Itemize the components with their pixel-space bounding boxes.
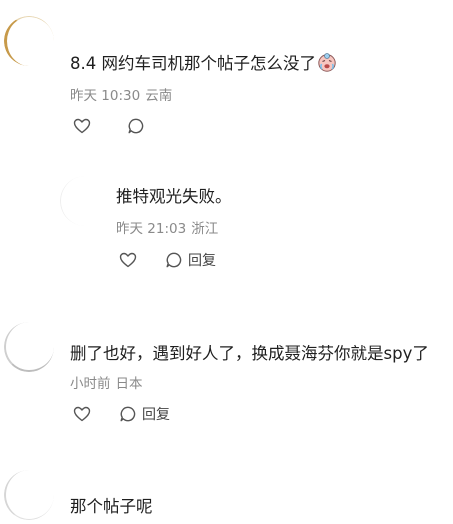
comment-location: 日本 [115, 376, 143, 392]
comment-time: 小时前 [70, 376, 111, 392]
avatar[interactable] [4, 470, 54, 520]
comment-text: 8.4 网约车司机那个帖子怎么没了 [70, 52, 337, 75]
reply-button[interactable]: 回复 [118, 404, 170, 424]
comment-meta: 昨天 10:30 云南 [70, 87, 172, 105]
comment-actions [72, 116, 150, 136]
comment-text: 推特观光失败。 [116, 187, 232, 206]
reply-label: 回复 [142, 407, 170, 423]
reply-button[interactable] [126, 116, 150, 136]
crying-face-emoji [318, 53, 336, 72]
heart-icon [119, 252, 137, 268]
comment-actions: 回复 [118, 250, 216, 270]
avatar[interactable] [60, 176, 110, 226]
comment-text: 那个帖子呢 [70, 497, 153, 516]
comment-time: 昨天 10:30 [70, 88, 141, 104]
reply-label: 回复 [188, 253, 216, 269]
comment-time: 昨天 21:03 [116, 221, 187, 237]
comment-meta: 小时前 日本 [70, 375, 143, 393]
comment-actions: 回复 [72, 404, 170, 424]
comment-meta: 昨天 21:03 浙江 [116, 220, 218, 238]
comment-bubble-icon [128, 118, 144, 134]
heart-icon [73, 118, 91, 134]
like-button[interactable] [72, 404, 92, 424]
comment-location: 云南 [145, 88, 173, 104]
comment-text: 删了也好，遇到好人了，换成聂海芬你就是spy了 [70, 344, 429, 363]
reply-button[interactable]: 回复 [164, 250, 216, 270]
heart-icon [73, 406, 91, 422]
comment-location: 浙江 [191, 221, 219, 237]
comment-bubble-icon [166, 252, 182, 268]
comment-bubble-icon [120, 406, 136, 422]
avatar[interactable] [4, 322, 54, 372]
like-button[interactable] [118, 250, 138, 270]
like-button[interactable] [72, 116, 92, 136]
avatar[interactable] [4, 16, 54, 66]
